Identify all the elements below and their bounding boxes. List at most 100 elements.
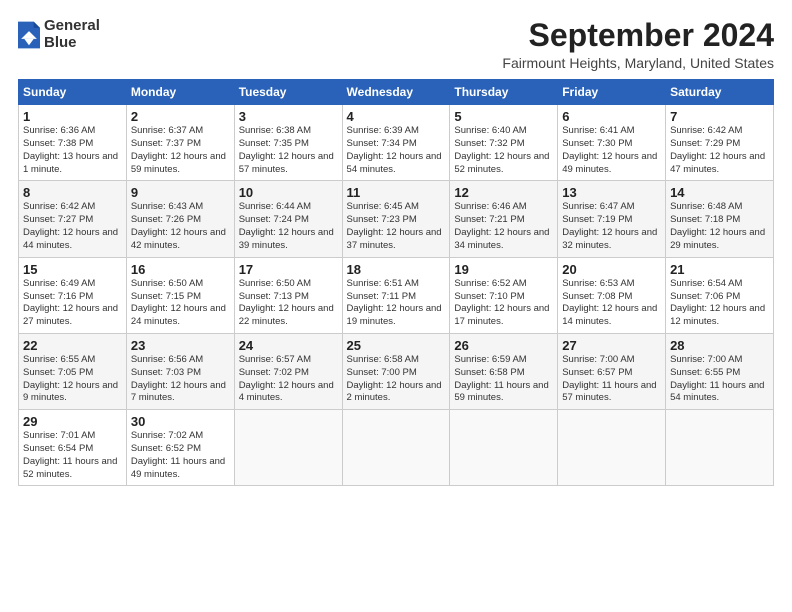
- table-row: 20Sunrise: 6:53 AMSunset: 7:08 PMDayligh…: [558, 257, 666, 333]
- table-row: [450, 410, 558, 486]
- day-number: 8: [23, 185, 122, 200]
- table-row: 1Sunrise: 6:36 AMSunset: 7:38 PMDaylight…: [19, 105, 127, 181]
- table-row: 11Sunrise: 6:45 AMSunset: 7:23 PMDayligh…: [342, 181, 450, 257]
- cell-text: Sunrise: 6:48 AMSunset: 7:18 PMDaylight:…: [670, 201, 769, 252]
- day-number: 24: [239, 338, 338, 353]
- table-row: 25Sunrise: 6:58 AMSunset: 7:00 PMDayligh…: [342, 333, 450, 409]
- logo-text: General Blue: [44, 18, 100, 51]
- title-block: September 2024 Fairmount Heights, Maryla…: [502, 18, 774, 71]
- cell-text: Sunrise: 6:51 AMSunset: 7:11 PMDaylight:…: [347, 278, 446, 329]
- table-row: 29Sunrise: 7:01 AMSunset: 6:54 PMDayligh…: [19, 410, 127, 486]
- table-row: 3Sunrise: 6:38 AMSunset: 7:35 PMDaylight…: [234, 105, 342, 181]
- calendar-week-row: 15Sunrise: 6:49 AMSunset: 7:16 PMDayligh…: [19, 257, 774, 333]
- day-number: 17: [239, 262, 338, 277]
- cell-text: Sunrise: 6:58 AMSunset: 7:00 PMDaylight:…: [347, 354, 446, 405]
- day-number: 3: [239, 109, 338, 124]
- header-monday: Monday: [126, 80, 234, 105]
- cell-text: Sunrise: 6:55 AMSunset: 7:05 PMDaylight:…: [23, 354, 122, 405]
- cell-text: Sunrise: 6:53 AMSunset: 7:08 PMDaylight:…: [562, 278, 661, 329]
- day-number: 28: [670, 338, 769, 353]
- table-row: 12Sunrise: 6:46 AMSunset: 7:21 PMDayligh…: [450, 181, 558, 257]
- header: General Blue September 2024 Fairmount He…: [18, 18, 774, 71]
- calendar-week-row: 8Sunrise: 6:42 AMSunset: 7:27 PMDaylight…: [19, 181, 774, 257]
- day-number: 2: [131, 109, 230, 124]
- cell-text: Sunrise: 6:57 AMSunset: 7:02 PMDaylight:…: [239, 354, 338, 405]
- day-number: 12: [454, 185, 553, 200]
- logo-icon: [18, 21, 40, 49]
- day-number: 5: [454, 109, 553, 124]
- logo: General Blue: [18, 18, 100, 51]
- cell-text: Sunrise: 6:42 AMSunset: 7:27 PMDaylight:…: [23, 201, 122, 252]
- day-number: 20: [562, 262, 661, 277]
- table-row: 28Sunrise: 7:00 AMSunset: 6:55 PMDayligh…: [666, 333, 774, 409]
- cell-text: Sunrise: 6:40 AMSunset: 7:32 PMDaylight:…: [454, 125, 553, 176]
- day-number: 18: [347, 262, 446, 277]
- cell-text: Sunrise: 7:02 AMSunset: 6:52 PMDaylight:…: [131, 430, 230, 481]
- header-thursday: Thursday: [450, 80, 558, 105]
- table-row: 4Sunrise: 6:39 AMSunset: 7:34 PMDaylight…: [342, 105, 450, 181]
- cell-text: Sunrise: 6:36 AMSunset: 7:38 PMDaylight:…: [23, 125, 122, 176]
- header-tuesday: Tuesday: [234, 80, 342, 105]
- cell-text: Sunrise: 6:38 AMSunset: 7:35 PMDaylight:…: [239, 125, 338, 176]
- day-number: 22: [23, 338, 122, 353]
- table-row: 27Sunrise: 7:00 AMSunset: 6:57 PMDayligh…: [558, 333, 666, 409]
- table-row: 15Sunrise: 6:49 AMSunset: 7:16 PMDayligh…: [19, 257, 127, 333]
- table-row: 18Sunrise: 6:51 AMSunset: 7:11 PMDayligh…: [342, 257, 450, 333]
- cell-text: Sunrise: 7:01 AMSunset: 6:54 PMDaylight:…: [23, 430, 122, 481]
- day-number: 11: [347, 185, 446, 200]
- page-container: General Blue September 2024 Fairmount He…: [0, 0, 792, 496]
- day-number: 6: [562, 109, 661, 124]
- day-number: 16: [131, 262, 230, 277]
- month-title: September 2024: [502, 18, 774, 53]
- header-friday: Friday: [558, 80, 666, 105]
- table-row: 19Sunrise: 6:52 AMSunset: 7:10 PMDayligh…: [450, 257, 558, 333]
- table-row: 2Sunrise: 6:37 AMSunset: 7:37 PMDaylight…: [126, 105, 234, 181]
- table-row: 10Sunrise: 6:44 AMSunset: 7:24 PMDayligh…: [234, 181, 342, 257]
- table-row: 24Sunrise: 6:57 AMSunset: 7:02 PMDayligh…: [234, 333, 342, 409]
- calendar-week-row: 29Sunrise: 7:01 AMSunset: 6:54 PMDayligh…: [19, 410, 774, 486]
- cell-text: Sunrise: 6:56 AMSunset: 7:03 PMDaylight:…: [131, 354, 230, 405]
- cell-text: Sunrise: 7:00 AMSunset: 6:57 PMDaylight:…: [562, 354, 661, 405]
- table-row: 6Sunrise: 6:41 AMSunset: 7:30 PMDaylight…: [558, 105, 666, 181]
- day-number: 29: [23, 414, 122, 429]
- day-number: 27: [562, 338, 661, 353]
- day-number: 21: [670, 262, 769, 277]
- table-row: [666, 410, 774, 486]
- table-row: 17Sunrise: 6:50 AMSunset: 7:13 PMDayligh…: [234, 257, 342, 333]
- cell-text: Sunrise: 7:00 AMSunset: 6:55 PMDaylight:…: [670, 354, 769, 405]
- table-row: 13Sunrise: 6:47 AMSunset: 7:19 PMDayligh…: [558, 181, 666, 257]
- cell-text: Sunrise: 6:43 AMSunset: 7:26 PMDaylight:…: [131, 201, 230, 252]
- table-row: 23Sunrise: 6:56 AMSunset: 7:03 PMDayligh…: [126, 333, 234, 409]
- cell-text: Sunrise: 6:54 AMSunset: 7:06 PMDaylight:…: [670, 278, 769, 329]
- cell-text: Sunrise: 6:45 AMSunset: 7:23 PMDaylight:…: [347, 201, 446, 252]
- cell-text: Sunrise: 6:41 AMSunset: 7:30 PMDaylight:…: [562, 125, 661, 176]
- table-row: 16Sunrise: 6:50 AMSunset: 7:15 PMDayligh…: [126, 257, 234, 333]
- location-title: Fairmount Heights, Maryland, United Stat…: [502, 55, 774, 71]
- table-row: 9Sunrise: 6:43 AMSunset: 7:26 PMDaylight…: [126, 181, 234, 257]
- table-row: [342, 410, 450, 486]
- day-number: 30: [131, 414, 230, 429]
- cell-text: Sunrise: 6:37 AMSunset: 7:37 PMDaylight:…: [131, 125, 230, 176]
- day-number: 15: [23, 262, 122, 277]
- day-number: 13: [562, 185, 661, 200]
- table-row: [234, 410, 342, 486]
- cell-text: Sunrise: 6:59 AMSunset: 6:58 PMDaylight:…: [454, 354, 553, 405]
- table-row: 26Sunrise: 6:59 AMSunset: 6:58 PMDayligh…: [450, 333, 558, 409]
- table-row: 5Sunrise: 6:40 AMSunset: 7:32 PMDaylight…: [450, 105, 558, 181]
- cell-text: Sunrise: 6:50 AMSunset: 7:15 PMDaylight:…: [131, 278, 230, 329]
- cell-text: Sunrise: 6:46 AMSunset: 7:21 PMDaylight:…: [454, 201, 553, 252]
- cell-text: Sunrise: 6:49 AMSunset: 7:16 PMDaylight:…: [23, 278, 122, 329]
- table-row: 8Sunrise: 6:42 AMSunset: 7:27 PMDaylight…: [19, 181, 127, 257]
- calendar-table: Sunday Monday Tuesday Wednesday Thursday…: [18, 79, 774, 486]
- header-wednesday: Wednesday: [342, 80, 450, 105]
- day-number: 25: [347, 338, 446, 353]
- table-row: 7Sunrise: 6:42 AMSunset: 7:29 PMDaylight…: [666, 105, 774, 181]
- cell-text: Sunrise: 6:47 AMSunset: 7:19 PMDaylight:…: [562, 201, 661, 252]
- cell-text: Sunrise: 6:39 AMSunset: 7:34 PMDaylight:…: [347, 125, 446, 176]
- day-number: 9: [131, 185, 230, 200]
- day-number: 23: [131, 338, 230, 353]
- day-number: 1: [23, 109, 122, 124]
- cell-text: Sunrise: 6:42 AMSunset: 7:29 PMDaylight:…: [670, 125, 769, 176]
- day-number: 7: [670, 109, 769, 124]
- day-number: 4: [347, 109, 446, 124]
